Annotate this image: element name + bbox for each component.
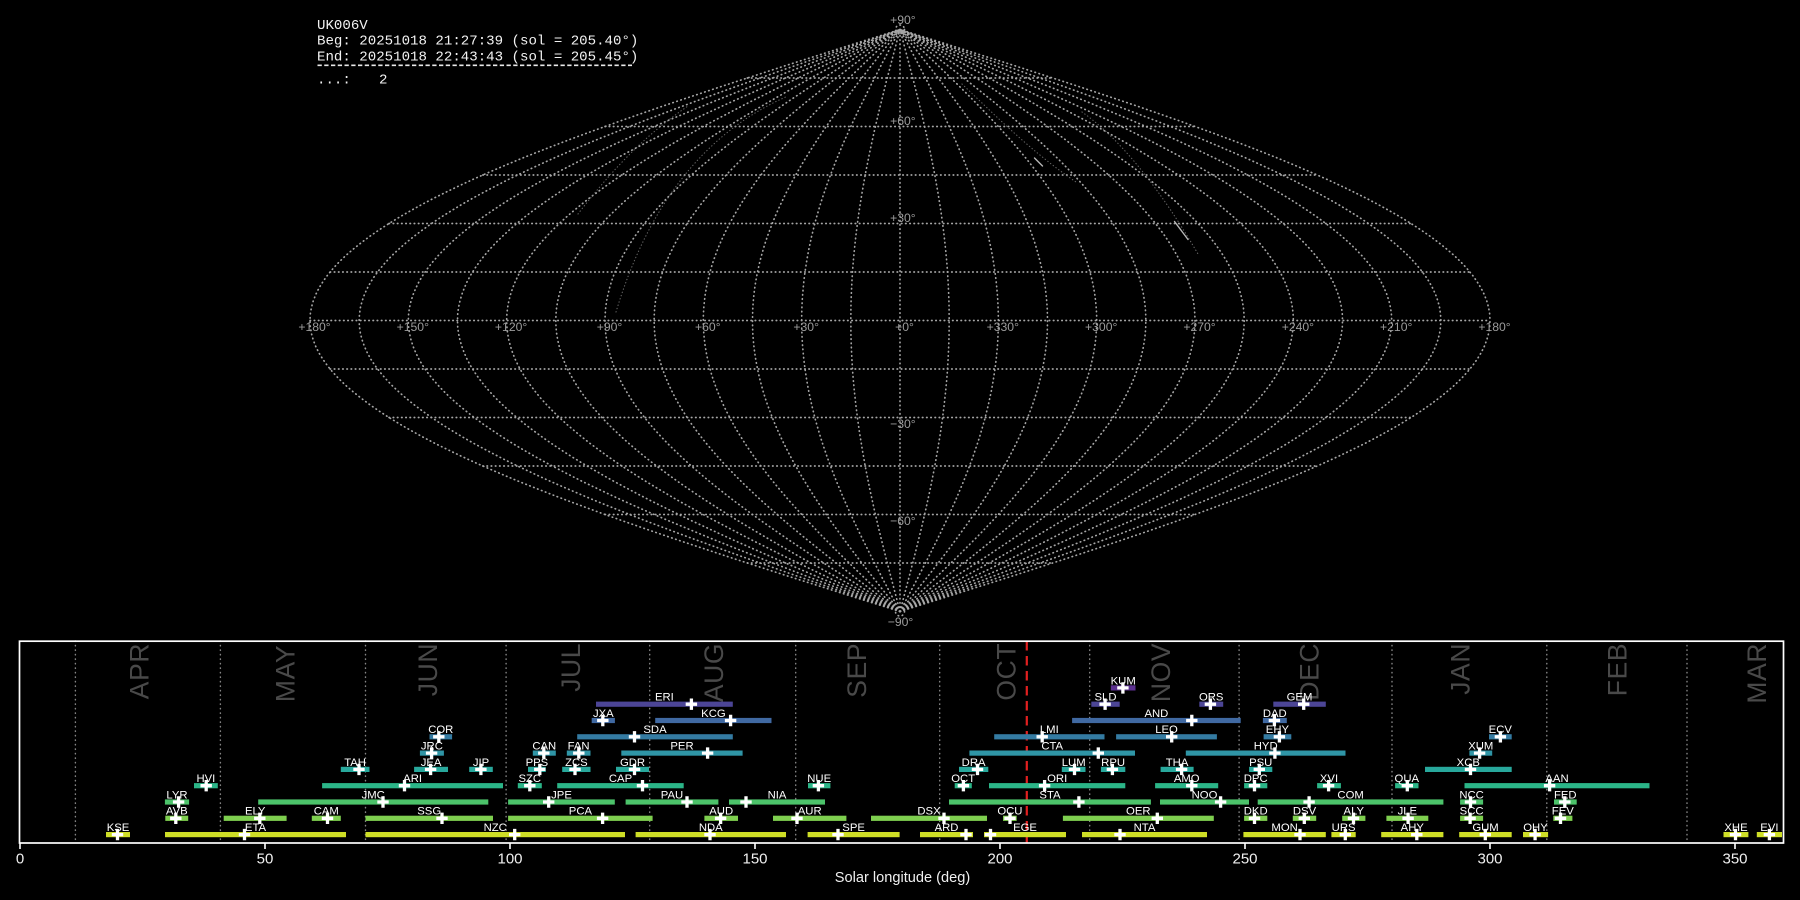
svg-text:NZC: NZC bbox=[484, 822, 507, 834]
svg-text:MAY: MAY bbox=[271, 645, 301, 702]
svg-text:+30°: +30° bbox=[793, 320, 819, 334]
svg-text:AHY: AHY bbox=[1401, 822, 1425, 834]
svg-text:FEB: FEB bbox=[1602, 643, 1632, 696]
svg-text:STA: STA bbox=[1039, 789, 1061, 801]
svg-text:ARD: ARD bbox=[935, 822, 959, 834]
svg-text:EGE: EGE bbox=[1013, 822, 1037, 834]
svg-text:AND: AND bbox=[1144, 708, 1168, 720]
svg-text:JAN: JAN bbox=[1446, 643, 1476, 695]
svg-text:GEM: GEM bbox=[1287, 692, 1313, 704]
svg-text:JMC: JMC bbox=[362, 789, 385, 801]
svg-text:AMO: AMO bbox=[1174, 773, 1200, 785]
svg-text:MON: MON bbox=[1271, 822, 1297, 834]
svg-text:+60°: +60° bbox=[890, 114, 916, 128]
svg-text:KCG: KCG bbox=[701, 708, 725, 720]
svg-text:200: 200 bbox=[987, 851, 1012, 868]
svg-text:JUN: JUN bbox=[413, 643, 443, 696]
svg-text:NOO: NOO bbox=[1192, 789, 1218, 801]
svg-text:CAP: CAP bbox=[609, 773, 632, 785]
svg-text:SEP: SEP bbox=[842, 643, 872, 698]
svg-text:THA: THA bbox=[1166, 757, 1189, 769]
svg-text:PCA: PCA bbox=[569, 806, 593, 818]
svg-text:ELY: ELY bbox=[245, 806, 266, 818]
svg-text:+210°: +210° bbox=[1380, 320, 1412, 334]
svg-text:+90°: +90° bbox=[890, 13, 916, 27]
svg-text:−90°: −90° bbox=[888, 615, 914, 629]
svg-text:NIA: NIA bbox=[768, 789, 787, 801]
svg-text:SPE: SPE bbox=[842, 822, 865, 834]
svg-text:+120°: +120° bbox=[495, 320, 527, 334]
svg-text:Beg: 20251018 21:27:39 (sol =: Beg: 20251018 21:27:39 (sol = 205.40°) bbox=[317, 34, 638, 50]
svg-text:JPE: JPE bbox=[551, 789, 572, 801]
svg-text:PAU: PAU bbox=[661, 789, 683, 801]
svg-text:DSX: DSX bbox=[917, 806, 941, 818]
svg-text:+180°: +180° bbox=[1478, 320, 1510, 334]
svg-text:+300°: +300° bbox=[1085, 320, 1117, 334]
svg-text:...:: ...: bbox=[317, 72, 351, 88]
svg-text:+270°: +270° bbox=[1183, 320, 1215, 334]
svg-text:300: 300 bbox=[1477, 851, 1502, 868]
svg-text:NTA: NTA bbox=[1134, 822, 1156, 834]
svg-text:ETA: ETA bbox=[245, 822, 267, 834]
svg-text:OCT: OCT bbox=[991, 643, 1021, 701]
svg-text:DRA: DRA bbox=[962, 757, 986, 769]
svg-text:MAR: MAR bbox=[1742, 643, 1772, 704]
svg-text:350: 350 bbox=[1722, 851, 1747, 868]
svg-text:UK006V: UK006V bbox=[317, 18, 368, 34]
svg-text:SSG: SSG bbox=[417, 806, 441, 818]
svg-text:−30°: −30° bbox=[890, 417, 916, 431]
svg-text:GDR: GDR bbox=[620, 757, 645, 769]
svg-text:ORI: ORI bbox=[1047, 773, 1067, 785]
svg-text:LEO: LEO bbox=[1155, 724, 1178, 736]
svg-text:+90°: +90° bbox=[597, 320, 623, 334]
svg-text:150: 150 bbox=[742, 851, 767, 868]
svg-text:COM: COM bbox=[1337, 789, 1363, 801]
svg-text:ERI: ERI bbox=[655, 692, 674, 704]
svg-text:250: 250 bbox=[1232, 851, 1257, 868]
svg-text:−60°: −60° bbox=[890, 514, 916, 528]
svg-text:AUG: AUG bbox=[699, 643, 729, 702]
svg-text:SDA: SDA bbox=[643, 724, 667, 736]
svg-text:NOV: NOV bbox=[1146, 643, 1176, 702]
svg-text:End: 20251018 22:43:43 (sol =: End: 20251018 22:43:43 (sol = 205.45°) bbox=[317, 49, 638, 65]
svg-text:APR: APR bbox=[125, 643, 155, 699]
svg-text:TAH: TAH bbox=[344, 757, 366, 769]
svg-text:+240°: +240° bbox=[1282, 320, 1314, 334]
svg-text:FEV: FEV bbox=[1552, 806, 1574, 818]
svg-text:OER: OER bbox=[1126, 806, 1150, 818]
svg-text:CTA: CTA bbox=[1041, 741, 1063, 753]
svg-text:PER: PER bbox=[670, 741, 693, 753]
svg-text:COR: COR bbox=[428, 724, 453, 736]
svg-text:AUR: AUR bbox=[798, 806, 822, 818]
svg-text:XCB: XCB bbox=[1457, 757, 1480, 769]
svg-text:100: 100 bbox=[497, 851, 522, 868]
svg-text:+0°: +0° bbox=[895, 320, 914, 334]
svg-text:+150°: +150° bbox=[397, 320, 429, 334]
svg-text:+180°: +180° bbox=[298, 320, 330, 334]
svg-text:+330°: +330° bbox=[987, 320, 1019, 334]
svg-text:50: 50 bbox=[257, 851, 274, 868]
svg-text:+60°: +60° bbox=[695, 320, 721, 334]
svg-text:2: 2 bbox=[379, 72, 387, 88]
svg-text:Solar longitude (deg): Solar longitude (deg) bbox=[835, 870, 970, 886]
svg-text:JUL: JUL bbox=[556, 643, 586, 692]
svg-text:0: 0 bbox=[16, 851, 24, 868]
svg-text:+30°: +30° bbox=[890, 211, 916, 225]
svg-text:EHY: EHY bbox=[1266, 724, 1290, 736]
